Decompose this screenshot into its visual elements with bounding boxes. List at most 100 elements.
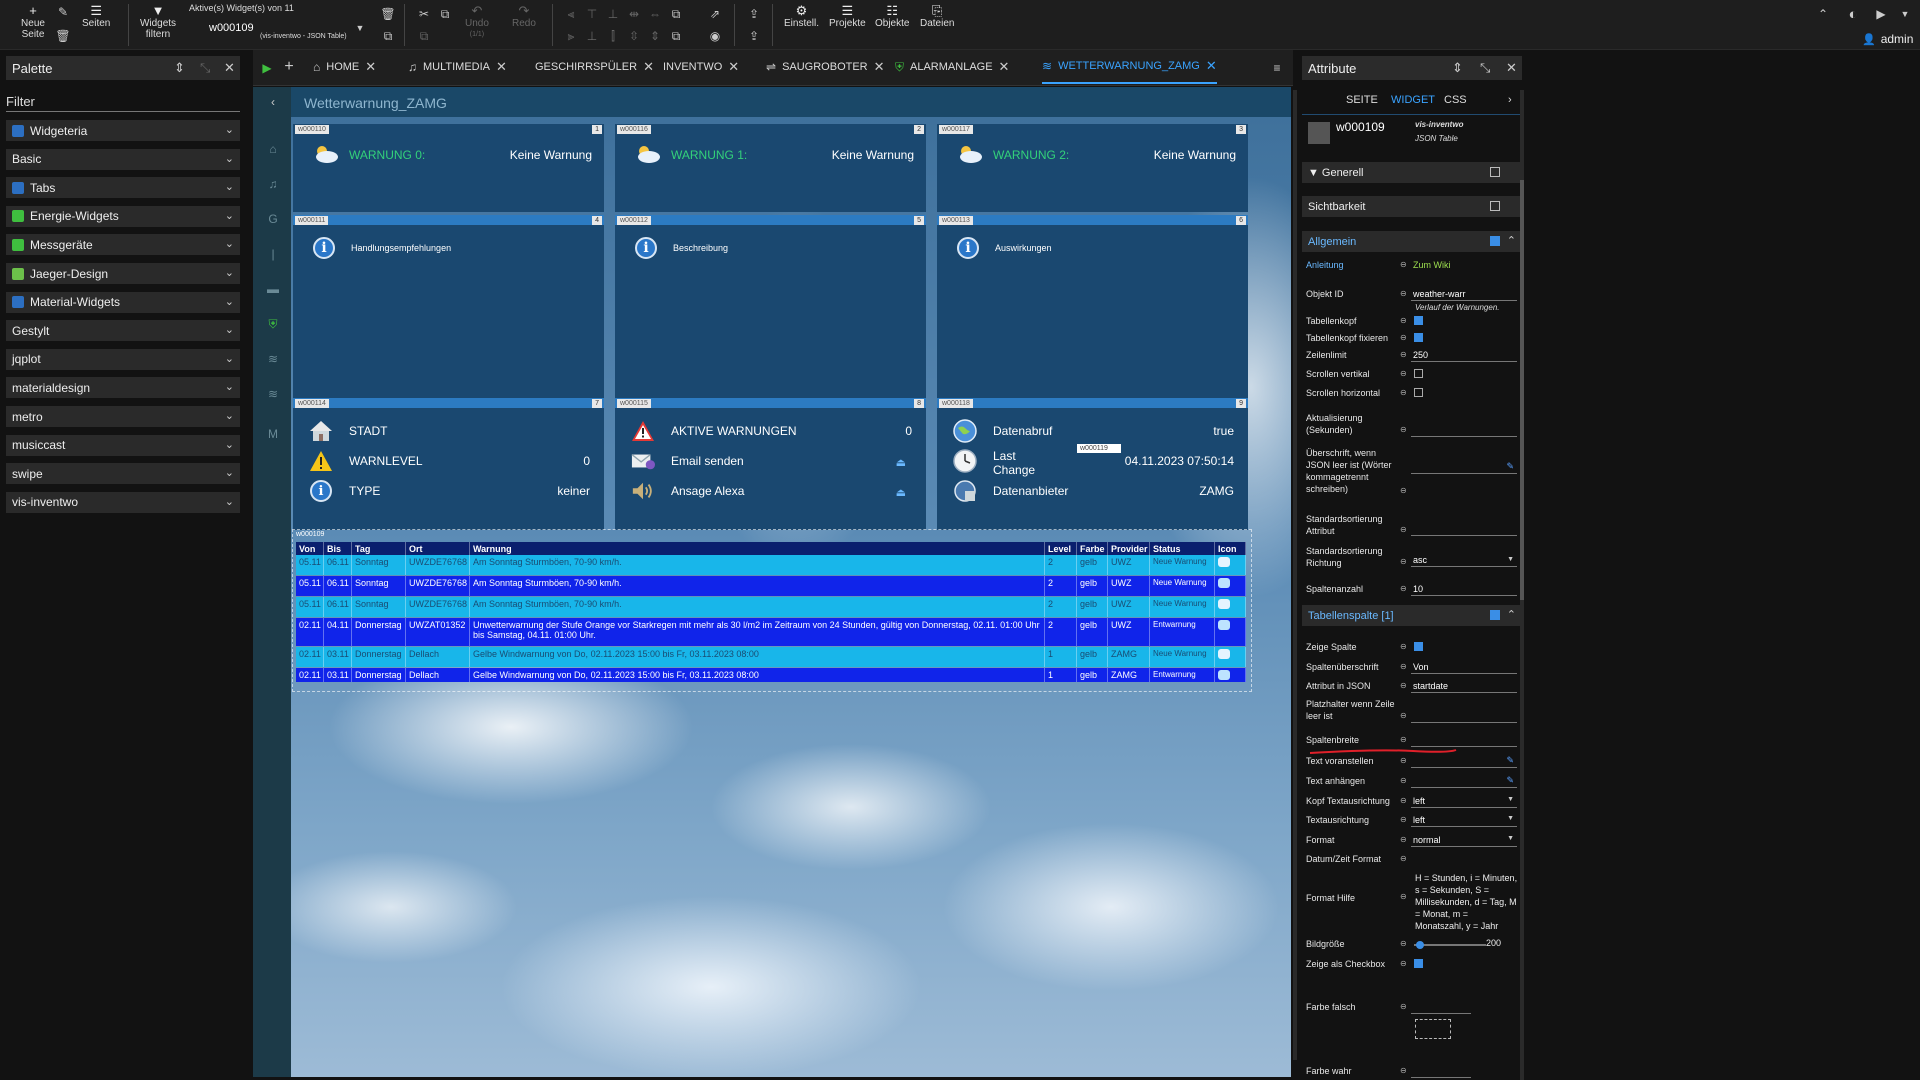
collapse-icon[interactable]: ⌃ (1815, 6, 1831, 22)
status-tile-data[interactable]: w000118 9 w000119 Datenabruf true Last Cha… (937, 398, 1248, 530)
ungroup-icon[interactable]: ⧉ (668, 28, 684, 44)
music-icon[interactable]: ♫ (265, 177, 281, 191)
warning-tile-0[interactable]: w000110 1 WARNUNG 0: Keine Warnung (293, 124, 604, 212)
chevron-down-icon[interactable]: ⌄ (225, 237, 234, 250)
tab-6[interactable]: ≋ WETTERWARNUNG_ZAMG ✕ (1042, 50, 1217, 84)
play-icon[interactable]: ▶ (1873, 6, 1889, 22)
link-icon[interactable]: ⊖ (1400, 1002, 1407, 1011)
tab-0[interactable]: ⌂ HOME ✕ (313, 50, 376, 84)
link-icon[interactable]: ⊖ (1400, 796, 1407, 805)
warning-tile-2[interactable]: w000117 3 WARNUNG 2: Keine Warnung (937, 124, 1248, 212)
export-icon[interactable]: ⇪ (746, 6, 762, 22)
column-header[interactable]: Status (1150, 542, 1215, 555)
text-voranstellen-input[interactable] (1411, 755, 1517, 768)
close-icon[interactable]: ✕ (643, 59, 654, 75)
chevron-up-icon[interactable]: ⌃ (1507, 234, 1516, 247)
link-icon[interactable]: ⊖ (1400, 642, 1407, 651)
group-icon[interactable]: ⧉ (668, 6, 684, 22)
sort-icon[interactable]: ⇕ (1452, 60, 1463, 76)
link-icon[interactable]: ⊖ (1400, 350, 1407, 359)
table-row[interactable]: 02.11 03.11 Donnerstag Dellach Gelbe Windwar… (296, 668, 1246, 682)
chevron-down-icon[interactable]: ⌄ (225, 295, 234, 308)
link-icon[interactable]: ⊖ (1400, 681, 1407, 690)
section-allgemein[interactable]: Allgemein ⌃ (1302, 231, 1522, 252)
palette-group-7[interactable]: Gestylt ⌄ (6, 320, 240, 342)
palette-filter-input[interactable]: Filter (6, 92, 240, 112)
chevron-down-icon[interactable]: ⌄ (225, 180, 234, 193)
color-swatch[interactable] (1415, 1019, 1451, 1039)
close-icon[interactable]: ✕ (999, 59, 1010, 75)
link-icon[interactable]: ⊖ (1400, 369, 1407, 378)
scroll-v-checkbox[interactable] (1414, 369, 1423, 378)
align-middle-icon[interactable]: ⫿ (605, 28, 621, 44)
column-header[interactable]: Level (1045, 542, 1077, 555)
column-header[interactable]: Warnung (470, 542, 1045, 555)
same-width-icon[interactable]: ⇔ (647, 6, 663, 22)
tab-widget[interactable]: WIDGET (1391, 94, 1435, 106)
section-checkbox[interactable] (1490, 167, 1500, 177)
chevron-down-icon[interactable]: ⌄ (225, 438, 234, 451)
tab-1[interactable]: ♫ MULTIMEDIA ✕ (408, 50, 507, 84)
link-icon[interactable]: ⊖ (1400, 388, 1407, 397)
close-icon[interactable]: ✕ (728, 59, 739, 75)
distribute-h-icon[interactable]: ⇹ (626, 6, 642, 22)
link-icon[interactable]: ⊖ (1400, 260, 1407, 269)
table-row[interactable]: 02.11 03.11 Donnerstag Dellach Gelbe Windwar… (296, 647, 1246, 667)
align-top-icon[interactable]: ⊤ (584, 6, 600, 22)
widget-select[interactable]: w000109 (209, 22, 254, 34)
spaltenueberschrift-input[interactable]: Von (1411, 661, 1517, 674)
link-icon[interactable]: ⊖ (1400, 756, 1407, 765)
undo-button[interactable]: ↶ Undo (1/1) (465, 2, 489, 40)
palette-group-8[interactable]: jqplot ⌄ (6, 348, 240, 370)
column-header[interactable]: Von (296, 542, 324, 555)
chevron-down-icon[interactable]: ⌄ (225, 466, 234, 479)
palette-group-2[interactable]: Tabs ⌄ (6, 177, 240, 199)
duplicate-icon[interactable]: ⧉ (437, 6, 453, 22)
link-icon[interactable]: ⊖ (1400, 425, 1407, 434)
zeige-checkbox-checkbox[interactable] (1414, 959, 1423, 968)
chevron-down-icon[interactable]: ⌄ (225, 266, 234, 279)
files-button[interactable]: ⎘ Dateien (920, 2, 954, 30)
link-icon[interactable]: ⊖ (1400, 662, 1407, 671)
m-icon[interactable]: M (265, 427, 281, 441)
link-icon[interactable]: ⊖ (1400, 316, 1407, 325)
align-bottom-icon[interactable]: ⊥ (584, 28, 600, 44)
dropdown-icon[interactable]: ▼ (352, 20, 368, 36)
column-header[interactable]: Icon (1215, 542, 1246, 555)
section-checkbox[interactable] (1490, 201, 1500, 211)
palette-group-13[interactable]: vis-inventwo ⌄ (6, 491, 240, 513)
open-new-icon[interactable]: ⇗ (707, 6, 723, 22)
wiki-link[interactable]: Zum Wiki (1411, 259, 1517, 272)
weather-icon[interactable]: ≋ (265, 352, 281, 366)
bar-icon[interactable]: | (265, 247, 281, 261)
palette-group-0[interactable]: Widgeteria ⌄ (6, 120, 240, 141)
link-icon[interactable]: ⊖ (1400, 525, 1407, 534)
palette-group-10[interactable]: metro ⌄ (6, 406, 240, 427)
chevron-down-icon[interactable]: ⌄ (225, 352, 234, 365)
collapse-icon[interactable]: ⤡ (1480, 60, 1490, 76)
ueberschrift-input[interactable] (1411, 461, 1517, 474)
align-center-icon[interactable]: ⊥ (605, 6, 621, 22)
section-generell[interactable]: ▼ Generell (1302, 162, 1522, 183)
tabs-next-icon[interactable]: › (1508, 94, 1512, 106)
cut-icon[interactable]: ✂ (416, 6, 432, 22)
home-icon[interactable]: ⌂ (265, 142, 281, 156)
link-icon[interactable]: ⊖ (1400, 939, 1407, 948)
link-icon[interactable]: ⊖ (1400, 892, 1407, 901)
link-icon[interactable]: ⊖ (1400, 711, 1407, 720)
back-icon[interactable]: ‹ (265, 95, 281, 109)
table-row[interactable]: 05.11 06.11 Sonntag UWZDE76768 Am Sonntag St… (296, 597, 1246, 617)
zeilenlimit-input[interactable]: 250 (1411, 349, 1517, 362)
close-icon[interactable]: ✕ (365, 59, 376, 75)
column-header[interactable]: Tag (352, 542, 406, 555)
chevron-down-icon[interactable]: ⌄ (225, 409, 234, 422)
table-row[interactable]: 05.11 06.11 Sonntag UWZDE76768 Am Sonntag St… (296, 555, 1246, 575)
objekt-id-input[interactable]: weather-warr (1411, 288, 1517, 301)
link-icon[interactable]: ⊖ (1400, 1066, 1407, 1075)
sort-dir-select[interactable]: asc (1411, 554, 1517, 567)
paste-icon[interactable]: ⧉ (416, 28, 432, 44)
settings-button[interactable]: ⚙ Einstell. (784, 2, 819, 30)
g-icon[interactable]: G (265, 212, 281, 226)
chevron-down-icon[interactable]: ⌄ (225, 209, 234, 222)
link-icon[interactable]: ⊖ (1400, 854, 1407, 863)
